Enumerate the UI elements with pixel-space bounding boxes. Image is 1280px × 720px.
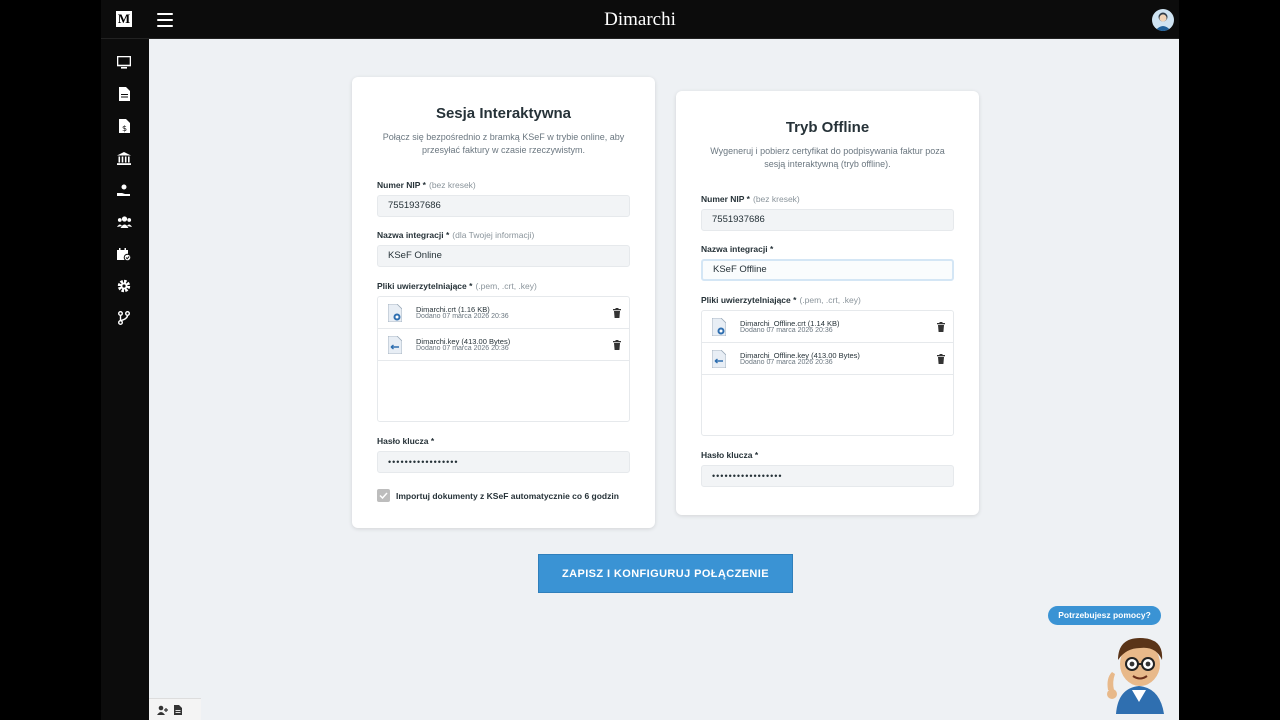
user-add-icon[interactable] [157, 705, 168, 715]
bank-icon [117, 151, 131, 165]
file-item: Dimarchi.crt (1.16 KB) Dodano 07 marca 2… [378, 297, 629, 329]
offline-card-title: Tryb Offline [785, 119, 870, 136]
online-nip-input[interactable]: 7551937686 [377, 195, 630, 217]
offline-name-label: Nazwa integracji * [701, 244, 774, 254]
gear-icon [117, 279, 131, 293]
sidebar-item-calendar[interactable] [116, 246, 132, 262]
file-item: Dimarchi.key (413.00 Bytes) Dodano 07 ma… [378, 329, 629, 361]
users-icon [116, 216, 132, 228]
trash-icon[interactable] [937, 322, 945, 332]
sidebar-item-integrations[interactable] [116, 310, 132, 326]
online-files-label: Pliki uwierzytelniające * (.pem, .crt, .k… [377, 281, 537, 291]
file-item: Dimarchi_Offline.key (413.00 Bytes) Doda… [702, 343, 953, 375]
sidebar-item-settings[interactable] [116, 278, 132, 294]
online-name-input[interactable]: KSeF Online [377, 245, 630, 267]
sidebar-item-payments[interactable] [116, 182, 132, 198]
trash-icon[interactable] [613, 308, 621, 318]
git-branch-icon [118, 311, 130, 325]
help-button[interactable]: Potrzebujesz pomocy? [1048, 606, 1161, 625]
sidebar: $ [101, 39, 149, 720]
bottom-toolbar [149, 698, 201, 720]
import-checkbox[interactable] [377, 489, 390, 502]
online-password-input[interactable]: ••••••••••••••••• [377, 451, 630, 473]
file-date: Dodano 07 marca 2026 20:36 [416, 345, 509, 352]
calendar-check-icon [117, 247, 131, 261]
certificate-file-icon [712, 318, 726, 336]
sidebar-item-bank[interactable] [116, 150, 132, 166]
app-window: M Dimarchi $ Sesja Interaktywna Połącz s… [101, 0, 1179, 720]
certificate-file-icon [388, 304, 402, 322]
file-date: Dodano 07 marca 2026 20:36 [740, 359, 833, 366]
sidebar-item-contractors[interactable] [116, 214, 132, 230]
offline-files-label: Pliki uwierzytelniające * (.pem, .crt, .k… [701, 295, 861, 305]
online-password-label: Hasło klucza * [377, 436, 435, 446]
file-date: Dodano 07 marca 2026 20:36 [416, 313, 509, 320]
offline-password-label: Hasło klucza * [701, 450, 759, 460]
document-icon [118, 87, 130, 101]
check-icon [379, 492, 388, 499]
trash-icon[interactable] [937, 354, 945, 364]
offline-nip-label: Numer NIP * (bez kresek) [701, 194, 800, 204]
import-checkbox-row[interactable]: Importuj dokumenty z KSeF automatycznie … [377, 489, 630, 502]
offline-file-dropzone[interactable]: Dimarchi_Offline.crt (1.14 KB) Dodano 07… [701, 310, 954, 436]
online-nip-label: Numer NIP * (bez kresek) [377, 180, 476, 190]
import-checkbox-label: Importuj dokumenty z KSeF automatycznie … [396, 490, 619, 501]
key-file-icon [388, 336, 402, 354]
svg-text:$: $ [121, 124, 126, 133]
user-avatar[interactable] [1152, 9, 1174, 31]
offline-mode-card: Tryb Offline Wygeneruj i pobierz certyfi… [676, 91, 979, 515]
file-date: Dodano 07 marca 2026 20:36 [740, 327, 833, 334]
top-bar: M Dimarchi [101, 0, 1179, 39]
online-session-card: Sesja Interaktywna Połącz się bezpośredn… [352, 77, 655, 528]
key-file-icon [712, 350, 726, 368]
online-file-dropzone[interactable]: Dimarchi.crt (1.16 KB) Dodano 07 marca 2… [377, 296, 630, 422]
offline-password-input[interactable]: ••••••••••••••••• [701, 465, 954, 487]
online-name-label: Nazwa integracji * (dla Twojej informacji… [377, 230, 535, 240]
sidebar-item-invoices[interactable]: $ [116, 118, 132, 134]
offline-name-input[interactable]: KSeF Offline [701, 259, 954, 281]
sidebar-item-dashboard[interactable] [116, 54, 132, 70]
file-icon[interactable] [174, 704, 182, 715]
offline-card-description: Wygeneruj i pobierz certyfikat do podpis… [710, 146, 945, 169]
sidebar-item-documents[interactable] [116, 86, 132, 102]
monitor-icon [117, 55, 131, 69]
hand-coin-icon [117, 184, 130, 196]
online-card-title: Sesja Interaktywna [435, 105, 572, 122]
trash-icon[interactable] [613, 340, 621, 350]
file-item: Dimarchi_Offline.crt (1.14 KB) Dodano 07… [702, 311, 953, 343]
invoice-dollar-icon: $ [118, 119, 130, 133]
offline-nip-input[interactable]: 7551937686 [701, 209, 954, 231]
online-card-description: Połącz się bezpośrednio z bramką KSeF w … [382, 132, 625, 155]
brand-title: Dimarchi [604, 9, 676, 30]
save-configure-button[interactable]: ZAPISZ I KONFIGURUJ POŁĄCZENIE [538, 554, 793, 593]
mascot-assistant-icon[interactable] [1104, 632, 1174, 714]
